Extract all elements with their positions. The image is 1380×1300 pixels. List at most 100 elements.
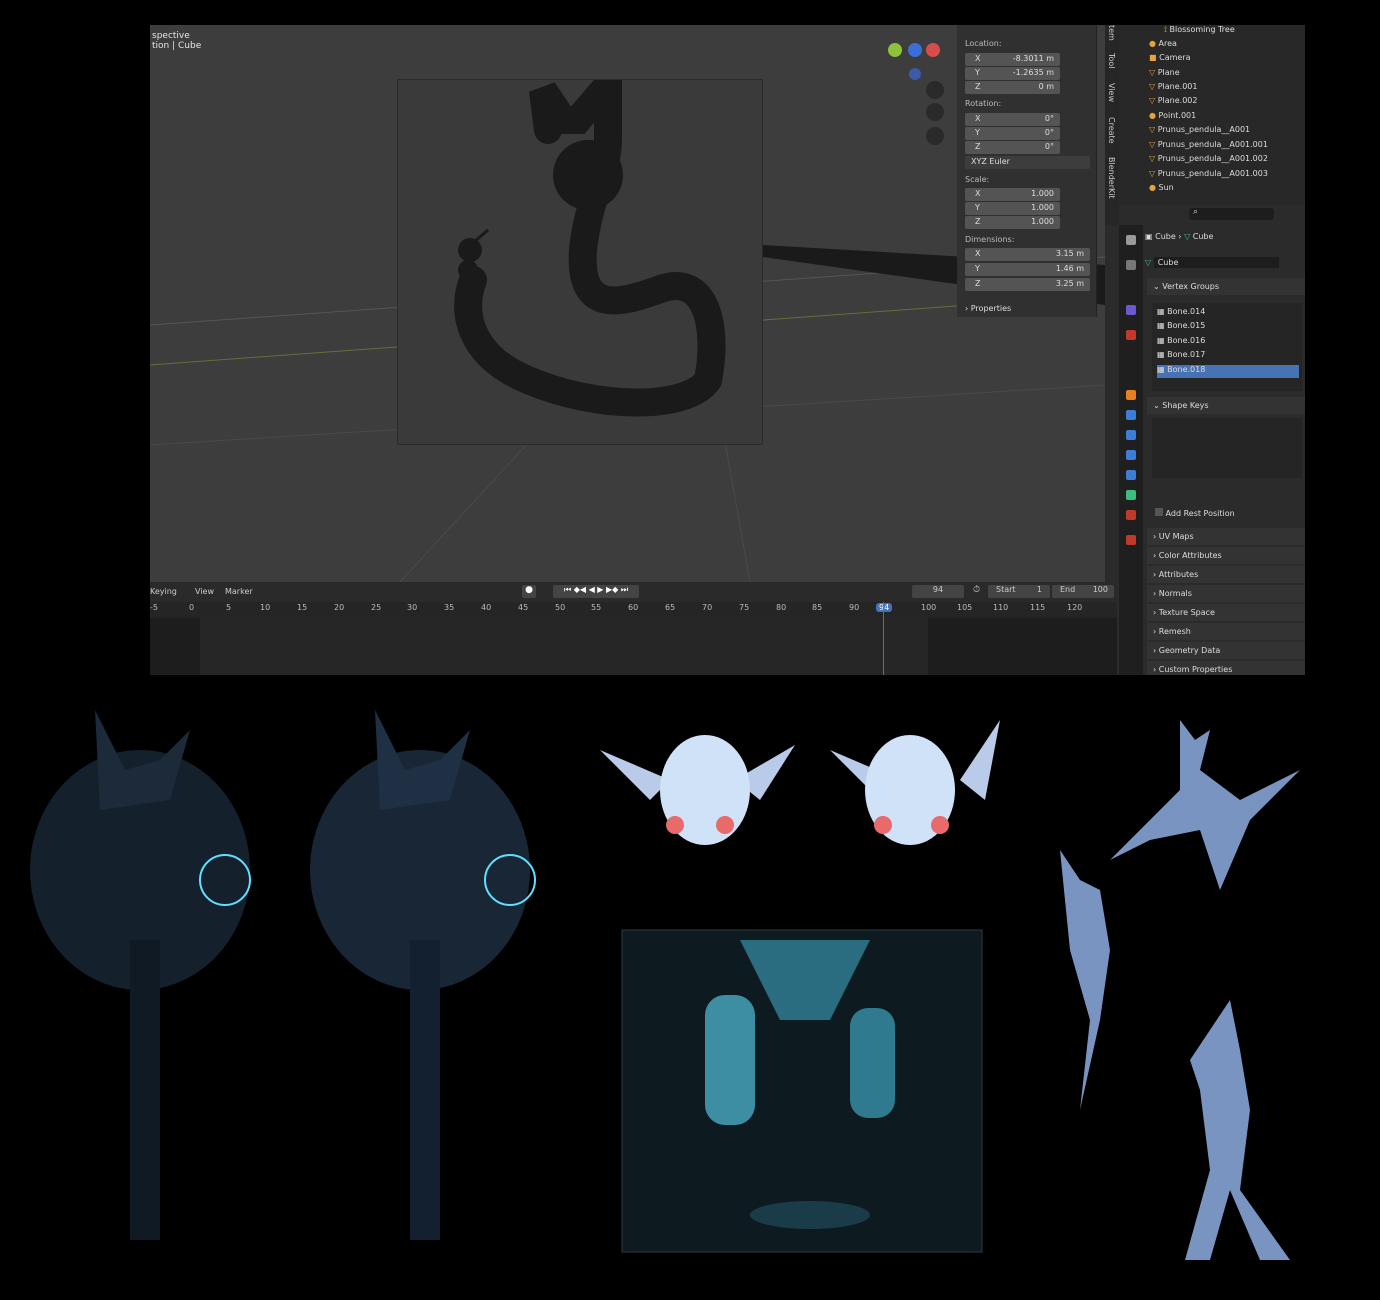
particles-icon[interactable] bbox=[1126, 430, 1136, 440]
timeline-editor[interactable]: Keying View Marker ● ⏮ ◆◀ ◀ ▶ ▶◆ ⏭ 94 ⏱ … bbox=[150, 582, 1117, 675]
value: -1.2635 m bbox=[1012, 68, 1054, 77]
rot-z-field[interactable]: Z 0° bbox=[965, 141, 1060, 154]
end-frame-field[interactable]: End 100 bbox=[1052, 585, 1114, 598]
outliner[interactable]: ⟟ Blossoming Tree ● Area ■ Camera ▽ Plan… bbox=[1119, 25, 1305, 205]
section-header[interactable]: › Remesh bbox=[1147, 623, 1305, 640]
scale-z-field[interactable]: Z 1.000 bbox=[965, 216, 1060, 229]
list-item[interactable]: ▦ Bone.016 bbox=[1157, 336, 1299, 349]
outliner-item[interactable]: Plane bbox=[1158, 68, 1180, 77]
section-header[interactable]: › Geometry Data bbox=[1147, 642, 1305, 659]
playback-controls[interactable]: ⏮ ◆◀ ◀ ▶ ▶◆ ⏭ bbox=[553, 585, 639, 598]
axis-label: Z bbox=[975, 82, 981, 91]
vgroup-name: Bone.014 bbox=[1167, 307, 1206, 316]
frame-ruler[interactable]: -5 0 5 10 15 20 25 30 35 40 45 50 55 60 … bbox=[150, 602, 1117, 618]
data-icon[interactable] bbox=[1126, 490, 1136, 500]
object-icon[interactable] bbox=[1126, 390, 1136, 400]
outliner-item[interactable]: Prunus_pendula__A001.003 bbox=[1158, 169, 1268, 178]
mesh-icon: ▽ bbox=[1149, 169, 1158, 178]
panel-title: Normals bbox=[1158, 589, 1192, 598]
add-rest-checkbox[interactable]: Add Rest Position bbox=[1155, 508, 1235, 518]
list-item[interactable]: ▦ Bone.014 bbox=[1157, 307, 1299, 320]
value: 0 m bbox=[1038, 82, 1054, 91]
outliner-item[interactable]: Area bbox=[1159, 39, 1177, 48]
section-header[interactable]: › UV Maps bbox=[1147, 528, 1305, 545]
material-icon[interactable] bbox=[1126, 510, 1136, 520]
section-header[interactable]: › Texture Space bbox=[1147, 604, 1305, 621]
playhead-frame[interactable]: 94 bbox=[876, 603, 893, 612]
camera-icon: ■ bbox=[1149, 53, 1160, 62]
tick-label: 75 bbox=[739, 603, 750, 612]
section-header[interactable]: › Normals bbox=[1147, 585, 1305, 602]
list-item[interactable]: ▦ Bone.015 bbox=[1157, 321, 1299, 334]
record-button[interactable]: ● bbox=[522, 585, 536, 598]
dim-x-field[interactable]: X 3.15 m bbox=[965, 248, 1090, 261]
start-value: 1 bbox=[1036, 585, 1042, 594]
outliner-item[interactable]: Plane.001 bbox=[1158, 82, 1198, 91]
tab-view[interactable]: View bbox=[1107, 83, 1116, 102]
shape-keys-header[interactable]: ⌄ Shape Keys bbox=[1147, 397, 1305, 414]
rotation-mode-select[interactable]: XYZ Euler bbox=[965, 156, 1090, 169]
rot-x-field[interactable]: X 0° bbox=[965, 113, 1060, 126]
checkbox[interactable] bbox=[1155, 508, 1163, 516]
loc-z-field[interactable]: Z 0 m bbox=[965, 81, 1060, 94]
creature-mesh[interactable] bbox=[398, 47, 764, 446]
vertex-groups-header[interactable]: ⌄ Vertex Groups bbox=[1147, 278, 1305, 295]
panel-title: Vertex Groups bbox=[1162, 282, 1220, 291]
loc-y-field[interactable]: Y -1.2635 m bbox=[965, 67, 1060, 80]
outliner-item[interactable]: Blossoming Tree bbox=[1170, 25, 1235, 34]
keying-menu[interactable]: Keying bbox=[150, 587, 177, 596]
list-item[interactable]: ▦ Bone.017 bbox=[1157, 350, 1299, 363]
value: 1.000 bbox=[1031, 217, 1054, 226]
mesh-icon: ▽ bbox=[1145, 258, 1154, 267]
vgroup-name: Bone.015 bbox=[1167, 321, 1206, 330]
outliner-item[interactable]: Prunus_pendula__A001 bbox=[1158, 125, 1250, 134]
current-frame-field[interactable]: 94 bbox=[912, 585, 964, 598]
outliner-item[interactable]: Prunus_pendula__A001.002 bbox=[1158, 154, 1268, 163]
shape-key-list[interactable] bbox=[1152, 418, 1302, 478]
navigation-gizmo[interactable] bbox=[885, 30, 945, 150]
outliner-item[interactable]: Point.001 bbox=[1159, 111, 1197, 120]
properties-editor[interactable]: ⌕ ▣ Cube › ▽ Cube ▽ Cube ⌄ Vertex Groups… bbox=[1119, 205, 1305, 675]
tab-blenderkit[interactable]: BlenderKit bbox=[1107, 157, 1116, 199]
tab-create[interactable]: Create bbox=[1107, 117, 1116, 144]
physics-icon[interactable] bbox=[1126, 450, 1136, 460]
dim-y-field[interactable]: Y 1.46 m bbox=[965, 263, 1090, 276]
section-header[interactable]: › Attributes bbox=[1147, 566, 1305, 583]
tick-label: 80 bbox=[776, 603, 787, 612]
view-menu[interactable]: View bbox=[195, 587, 214, 596]
panel-title: Texture Space bbox=[1158, 608, 1215, 617]
render-icon[interactable] bbox=[1126, 260, 1136, 270]
rot-y-field[interactable]: Y 0° bbox=[965, 127, 1060, 140]
start-frame-field[interactable]: Start 1 bbox=[988, 585, 1050, 598]
rotation-mode-value: XYZ Euler bbox=[971, 157, 1010, 166]
tick-label: -5 bbox=[150, 603, 158, 612]
outliner-item[interactable]: Plane.002 bbox=[1158, 96, 1198, 105]
tool-icon[interactable] bbox=[1126, 235, 1136, 245]
tab-tool[interactable]: Tool bbox=[1107, 53, 1116, 69]
scene-icon[interactable] bbox=[1126, 305, 1136, 315]
world-icon[interactable] bbox=[1126, 330, 1136, 340]
list-item-selected[interactable]: ▦ Bone.018 bbox=[1157, 365, 1299, 378]
scale-y-field[interactable]: Y 1.000 bbox=[965, 202, 1060, 215]
stopwatch-icon[interactable]: ⏱ bbox=[973, 585, 980, 595]
properties-subpanel[interactable]: › Properties bbox=[965, 304, 1011, 313]
scale-x-field[interactable]: X 1.000 bbox=[965, 188, 1060, 201]
mesh-name-field[interactable]: Cube bbox=[1153, 257, 1279, 268]
modifier-icon[interactable] bbox=[1126, 410, 1136, 420]
tab-item[interactable]: tem bbox=[1107, 25, 1116, 41]
camera-frame bbox=[397, 47, 764, 446]
constraints-icon[interactable] bbox=[1126, 470, 1136, 480]
dim-z-field[interactable]: Z 3.25 m bbox=[965, 278, 1090, 291]
search-input[interactable]: ⌕ bbox=[1189, 207, 1274, 220]
marker-menu[interactable]: Marker bbox=[225, 587, 253, 596]
texture-icon[interactable] bbox=[1126, 535, 1136, 545]
section-header[interactable]: › Color Attributes bbox=[1147, 547, 1305, 564]
outliner-item[interactable]: Prunus_pendula__A001.001 bbox=[1158, 140, 1268, 149]
mesh-selector[interactable]: ▽ Cube bbox=[1145, 257, 1279, 268]
viewport-title: spective tion | Cube bbox=[152, 31, 201, 51]
outliner-item[interactable]: Camera bbox=[1159, 53, 1190, 62]
section-header[interactable]: › Custom Properties bbox=[1147, 661, 1305, 675]
playhead-line[interactable] bbox=[883, 602, 884, 675]
loc-x-field[interactable]: X -8.3011 m bbox=[965, 53, 1060, 66]
outliner-item[interactable]: Sun bbox=[1159, 183, 1174, 192]
